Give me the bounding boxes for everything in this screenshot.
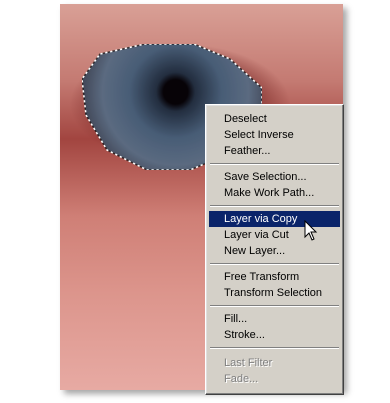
menu-item-layer-via-copy[interactable]: Layer via Copy xyxy=(209,211,340,227)
menu-item-free-transform[interactable]: Free Transform xyxy=(209,269,340,285)
menu-item-last-filter: Last Filter xyxy=(224,357,273,369)
menu-separator xyxy=(210,263,339,265)
arrow-pointer-icon xyxy=(304,220,318,241)
menu-item-fill[interactable]: Fill... xyxy=(209,311,340,327)
menu-item-deselect[interactable]: Deselect xyxy=(209,111,340,127)
menu-item-stroke[interactable]: Stroke... xyxy=(209,327,340,343)
menu-item-select-inverse[interactable]: Select Inverse xyxy=(209,127,340,143)
menu-item-save-selection[interactable]: Save Selection... xyxy=(209,169,340,185)
menu-separator xyxy=(210,347,339,349)
menu-item-fade: Fade... xyxy=(224,373,259,385)
menu-item-layer-via-cut[interactable]: Layer via Cut xyxy=(209,227,340,243)
menu-item-transform-selection[interactable]: Transform Selection xyxy=(209,285,340,301)
menu-item-make-work-path[interactable]: Make Work Path... xyxy=(209,185,340,201)
menu-separator xyxy=(210,163,339,165)
menu-item-new-layer[interactable]: New Layer... xyxy=(209,243,340,259)
menu-item-feather[interactable]: Feather... xyxy=(209,143,340,159)
context-menu: Deselect Select Inverse Feather... Save … xyxy=(205,104,344,395)
menu-separator xyxy=(210,205,339,207)
menu-separator xyxy=(210,305,339,307)
